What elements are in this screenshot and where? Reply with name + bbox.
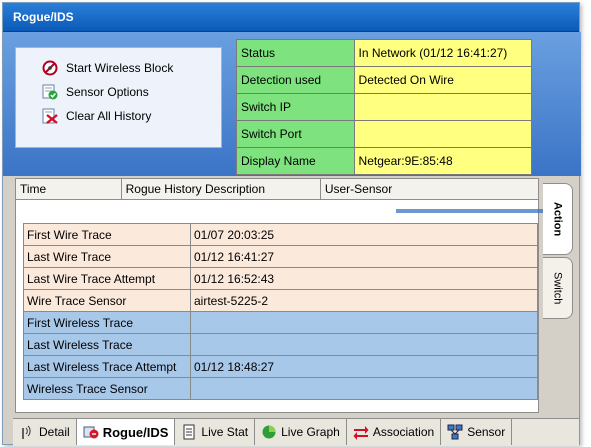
tab-switch[interactable]: Switch <box>543 257 573 319</box>
table-row: Wire Trace Sensor airtest-5225-2 <box>23 289 538 312</box>
column-header-user-sensor[interactable]: User-Sensor <box>321 179 538 199</box>
status-table: Status In Network (01/12 16:41:27) Detec… <box>236 39 533 175</box>
summary-panel: Start Wireless Block Sensor Options Clea… <box>3 32 581 176</box>
display-name-key: Display Name <box>236 147 355 175</box>
trace-value: 01/12 16:52:43 <box>190 267 538 290</box>
table-row: First Wire Trace 01/07 20:03:25 <box>23 223 538 246</box>
detection-value: Detected On Wire <box>353 66 533 94</box>
tab-switch-label: Switch <box>551 271 564 305</box>
tab-rogue-ids-label: Rogue/IDS <box>102 424 169 440</box>
rogue-ids-window: Rogue/IDS Start Wireless Block Sensor Op… <box>2 2 581 446</box>
trace-value: airtest-5225-2 <box>190 289 538 312</box>
history-separator <box>396 209 546 213</box>
tab-rogue-ids[interactable]: Rogue/IDS <box>76 419 176 445</box>
status-row: Status In Network (01/12 16:41:27) <box>236 39 533 67</box>
table-row: First Wireless Trace <box>23 311 538 334</box>
wireless-block-icon <box>42 60 58 76</box>
window-title: Rogue/IDS <box>3 3 579 32</box>
side-tab-strip: Action Switch <box>541 183 581 413</box>
tab-sensor-label: Sensor <box>467 425 506 439</box>
signal-icon <box>19 424 35 440</box>
display-name-value: Netgear:9E:85:48 <box>353 147 533 175</box>
tab-detail-label: Detail <box>39 425 70 439</box>
tab-sensor[interactable]: Sensor <box>441 419 513 445</box>
trace-key: Last Wireless Trace Attempt <box>23 355 191 378</box>
actions-panel: Start Wireless Block Sensor Options Clea… <box>15 47 222 148</box>
trace-value <box>190 377 538 400</box>
tab-action-label: Action <box>551 201 564 237</box>
start-wireless-block-button[interactable]: Start Wireless Block <box>16 56 221 80</box>
table-row: Last Wireless Trace <box>23 333 538 356</box>
trace-key: Last Wire Trace <box>23 245 191 268</box>
switch-ip-row: Switch IP <box>236 93 533 121</box>
clear-all-history-label: Clear All History <box>66 109 152 123</box>
switch-port-key: Switch Port <box>236 120 355 148</box>
tab-live-graph-label: Live Graph <box>281 425 340 439</box>
table-row: Last Wire Trace 01/12 16:41:27 <box>23 245 538 268</box>
status-value: In Network (01/12 16:41:27) <box>353 39 533 67</box>
tab-live-graph[interactable]: Live Graph <box>255 419 347 445</box>
detection-row: Detection used Detected On Wire <box>236 66 533 94</box>
tab-action[interactable]: Action <box>543 183 573 255</box>
switch-port-row: Switch Port <box>236 120 533 148</box>
history-table-header: Time Rogue History Description User-Sens… <box>15 178 539 200</box>
switch-ip-value <box>353 93 533 121</box>
trace-table: First Wire Trace 01/07 20:03:25 Last Wir… <box>23 223 538 400</box>
switch-port-value <box>353 120 533 148</box>
display-name-row: Display Name Netgear:9E:85:48 <box>236 147 533 175</box>
trace-key: Last Wireless Trace <box>23 333 191 356</box>
tab-association[interactable]: Association <box>347 419 442 445</box>
trace-value: 01/07 20:03:25 <box>190 223 538 246</box>
status-key: Status <box>236 39 355 67</box>
clear-history-icon <box>42 108 58 124</box>
bottom-tab-bar: Detail Rogue/IDS Live Stat Live Graph As… <box>13 418 579 446</box>
trace-key: Wireless Trace Sensor <box>23 377 191 400</box>
table-row: Wireless Trace Sensor <box>23 377 538 400</box>
clear-all-history-button[interactable]: Clear All History <box>16 104 221 128</box>
column-header-time[interactable]: Time <box>16 179 122 199</box>
trace-value: 01/12 16:41:27 <box>190 245 538 268</box>
rogue-icon <box>83 424 99 440</box>
tab-association-label: Association <box>372 425 435 439</box>
column-header-description[interactable]: Rogue History Description <box>122 179 321 199</box>
trace-key: Last Wire Trace Attempt <box>23 267 191 290</box>
trace-value <box>190 311 538 334</box>
trace-key: First Wireless Trace <box>23 311 191 334</box>
table-row: Last Wire Trace Attempt 01/12 16:52:43 <box>23 267 538 290</box>
trace-key: Wire Trace Sensor <box>23 289 191 312</box>
switch-ip-key: Switch IP <box>236 93 355 121</box>
start-wireless-block-label: Start Wireless Block <box>66 61 174 75</box>
tab-detail[interactable]: Detail <box>13 419 77 445</box>
table-row: Last Wireless Trace Attempt 01/12 18:48:… <box>23 355 538 378</box>
association-arrows-icon <box>353 424 369 440</box>
tab-live-stat-label: Live Stat <box>201 425 249 439</box>
trace-key: First Wire Trace <box>23 223 191 246</box>
pie-chart-icon <box>261 424 277 440</box>
document-icon <box>181 424 197 440</box>
network-icon <box>447 424 463 440</box>
trace-value: 01/12 18:48:27 <box>190 355 538 378</box>
trace-value <box>190 333 538 356</box>
sensor-options-button[interactable]: Sensor Options <box>16 80 221 104</box>
tab-live-stat[interactable]: Live Stat <box>175 419 256 445</box>
sensor-options-label: Sensor Options <box>66 85 149 99</box>
detection-key: Detection used <box>236 66 355 94</box>
sensor-options-icon <box>42 84 58 100</box>
